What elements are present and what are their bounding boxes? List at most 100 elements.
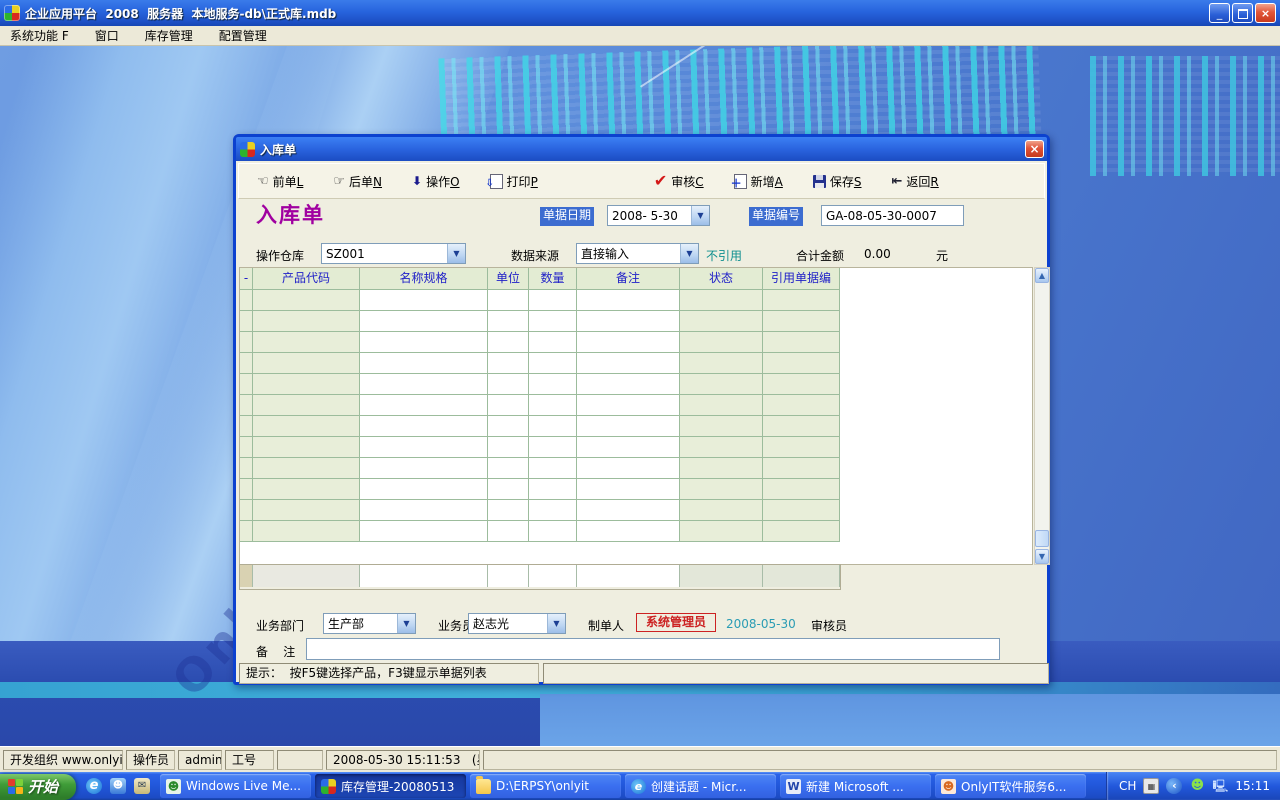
- grid-cell[interactable]: [763, 437, 840, 458]
- scroll-down-icon[interactable]: ▼: [1035, 549, 1049, 564]
- chevron-down-icon[interactable]: ▼: [397, 614, 415, 633]
- grid-cell[interactable]: [360, 521, 488, 542]
- grid-cell[interactable]: [360, 479, 488, 500]
- grid-cell[interactable]: [763, 479, 840, 500]
- grid-cell[interactable]: [253, 521, 360, 542]
- grid-cell[interactable]: [763, 374, 840, 395]
- grid-cell[interactable]: [763, 395, 840, 416]
- grid-cell[interactable]: [529, 353, 577, 374]
- close-button[interactable]: ×: [1255, 3, 1276, 23]
- grid-cell[interactable]: [577, 500, 680, 521]
- grid-cell[interactable]: [253, 374, 360, 395]
- grid-cell[interactable]: [360, 353, 488, 374]
- grid-cell[interactable]: [488, 332, 529, 353]
- grid-cell[interactable]: [529, 416, 577, 437]
- grid-cell[interactable]: [253, 458, 360, 479]
- language-bar-icon[interactable]: ‹: [1166, 778, 1183, 794]
- menu-window[interactable]: 窗口: [95, 27, 119, 44]
- grid-cell[interactable]: [680, 374, 763, 395]
- grid-cell[interactable]: [488, 290, 529, 311]
- grid-cell[interactable]: [529, 521, 577, 542]
- taskbar-item-live-messenger[interactable]: ☻ Windows Live Me...: [160, 774, 312, 798]
- grid-cell[interactable]: [763, 332, 840, 353]
- grid-cell[interactable]: [680, 290, 763, 311]
- chevron-down-icon[interactable]: ▼: [547, 614, 565, 633]
- chevron-down-icon[interactable]: ▼: [447, 244, 465, 263]
- order-no-input[interactable]: [821, 205, 964, 226]
- chevron-down-icon[interactable]: ▼: [691, 206, 709, 225]
- grid-cell[interactable]: [763, 311, 840, 332]
- grid-cell[interactable]: [488, 395, 529, 416]
- taskbar-item-word[interactable]: W 新建 Microsoft ...: [780, 774, 932, 798]
- grid-cell[interactable]: [240, 437, 253, 458]
- grid-cell[interactable]: [529, 479, 577, 500]
- grid-cell[interactable]: [360, 395, 488, 416]
- grid-cell[interactable]: [763, 500, 840, 521]
- keyboard-icon[interactable]: ▦: [1143, 778, 1160, 794]
- grid-cell[interactable]: [763, 290, 840, 311]
- grid-cell[interactable]: [680, 500, 763, 521]
- grid-cell[interactable]: [680, 458, 763, 479]
- grid-cell[interactable]: [240, 290, 253, 311]
- grid-cell[interactable]: [488, 437, 529, 458]
- save-button[interactable]: 保存S: [809, 170, 866, 193]
- dialog-close-button[interactable]: ×: [1025, 140, 1044, 158]
- grid-cell[interactable]: [253, 311, 360, 332]
- grid-cell[interactable]: [253, 332, 360, 353]
- scroll-thumb[interactable]: [1035, 530, 1049, 547]
- grid-cell[interactable]: [680, 353, 763, 374]
- grid-cell[interactable]: [577, 395, 680, 416]
- grid-cell[interactable]: [529, 311, 577, 332]
- grid-cell[interactable]: [240, 395, 253, 416]
- grid-cell[interactable]: [577, 311, 680, 332]
- return-button[interactable]: ⇤ 返回R: [888, 170, 943, 193]
- grid-cell[interactable]: [577, 437, 680, 458]
- grid-cell[interactable]: [253, 437, 360, 458]
- grid-cell[interactable]: [763, 521, 840, 542]
- grid-cell[interactable]: [577, 416, 680, 437]
- print-button[interactable]: ⇩ 打印P: [486, 170, 542, 193]
- grid-cell[interactable]: [240, 500, 253, 521]
- grid-cell[interactable]: [240, 458, 253, 479]
- grid-cell[interactable]: [488, 416, 529, 437]
- new-button[interactable]: ＋ 新增A: [730, 170, 787, 193]
- grid-cell[interactable]: [240, 353, 253, 374]
- grid-cell[interactable]: [240, 374, 253, 395]
- grid-cell[interactable]: [529, 500, 577, 521]
- menu-config[interactable]: 配置管理: [219, 27, 267, 44]
- grid-cell[interactable]: [253, 290, 360, 311]
- dept-combo[interactable]: 生产部 ▼: [323, 613, 416, 634]
- grid-cell[interactable]: [240, 521, 253, 542]
- grid-cell[interactable]: [680, 437, 763, 458]
- warehouse-combo[interactable]: SZ001 ▼: [321, 243, 466, 264]
- messenger-tray-icon[interactable]: ☻: [1189, 778, 1205, 794]
- taskbar-item-onlyit[interactable]: ☻ OnlyIT软件服务6...: [935, 774, 1087, 798]
- grid-cell[interactable]: [763, 353, 840, 374]
- grid-cell[interactable]: [488, 479, 529, 500]
- grid-cell[interactable]: [253, 500, 360, 521]
- grid-cell[interactable]: [360, 311, 488, 332]
- grid-cell[interactable]: [240, 332, 253, 353]
- grid-cell[interactable]: [680, 521, 763, 542]
- messenger-icon[interactable]: ☻: [110, 778, 127, 794]
- grid-cell[interactable]: [253, 353, 360, 374]
- grid-cell[interactable]: [488, 311, 529, 332]
- audit-button[interactable]: ✔ 审核C: [650, 170, 708, 193]
- menu-inventory[interactable]: 库存管理: [145, 27, 193, 44]
- scroll-up-icon[interactable]: ▲: [1035, 268, 1049, 283]
- grid-cell[interactable]: [577, 353, 680, 374]
- grid-cell[interactable]: [488, 458, 529, 479]
- grid-cell[interactable]: [488, 353, 529, 374]
- language-indicator[interactable]: CH: [1119, 779, 1136, 793]
- grid-cell[interactable]: [240, 479, 253, 500]
- grid-cell[interactable]: [577, 479, 680, 500]
- grid-cell[interactable]: [529, 437, 577, 458]
- ie-icon[interactable]: e: [86, 778, 103, 794]
- prev-order-button[interactable]: ☜ 前单L: [253, 170, 307, 193]
- grid-cell[interactable]: [680, 332, 763, 353]
- source-combo[interactable]: 直接输入 ▼: [576, 243, 699, 264]
- salesman-combo[interactable]: 赵志光 ▼: [468, 613, 566, 634]
- grid-scrollbar[interactable]: ▲ ▼: [1034, 267, 1050, 565]
- grid-cell[interactable]: [360, 374, 488, 395]
- grid-cell[interactable]: [763, 416, 840, 437]
